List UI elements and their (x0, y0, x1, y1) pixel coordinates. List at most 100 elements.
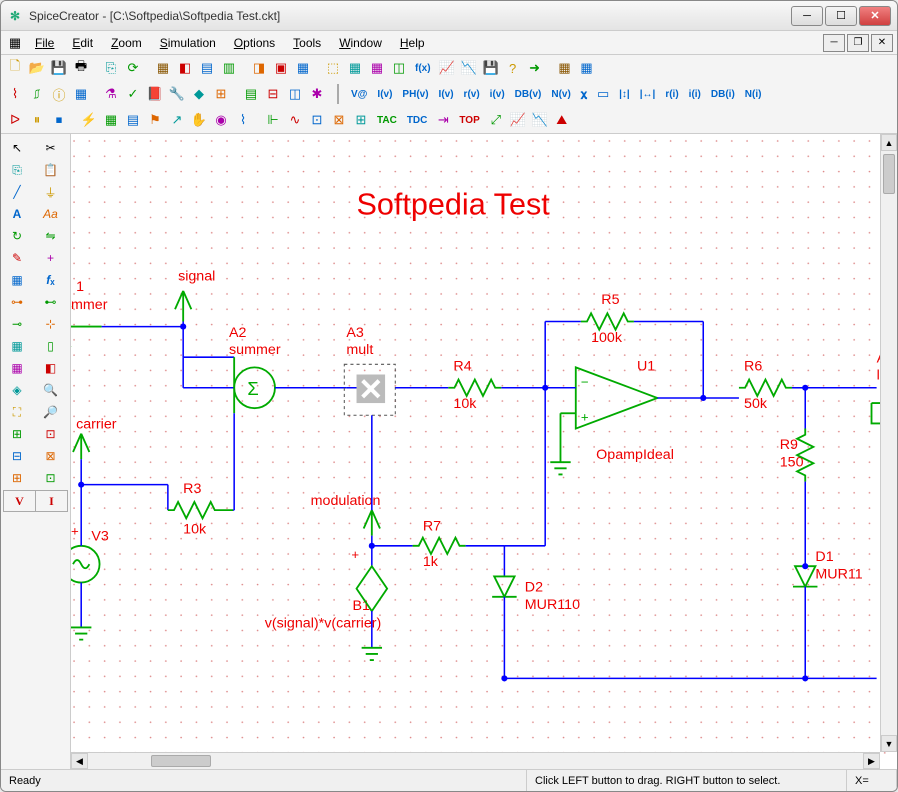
paste-icon[interactable]: 📋 (37, 160, 65, 180)
find-icon[interactable]: 🔎 (37, 402, 65, 422)
plot-icon[interactable]: ⛰ (552, 110, 572, 130)
tool-icon[interactable]: ◉ (211, 110, 231, 130)
meas-ii[interactable]: i(i) (685, 84, 705, 104)
wrench-icon[interactable]: 🔧 (167, 84, 187, 104)
tac-icon[interactable]: TAC (373, 110, 401, 130)
meas-rv[interactable]: r(v) (460, 84, 484, 104)
edit-icon[interactable]: ✎ (3, 248, 31, 268)
tool-icon[interactable]: ⬚ (323, 58, 343, 78)
menu-zoom[interactable]: Zoom (103, 33, 150, 53)
tool-icon[interactable]: ▦ (293, 58, 313, 78)
info-icon[interactable]: ⓘ (49, 84, 69, 104)
mdi-restore-button[interactable]: ❐ (847, 34, 869, 52)
grid-icon[interactable]: ▦ (3, 336, 31, 356)
copy-icon[interactable]: ⎘ (101, 58, 121, 78)
menu-options[interactable]: Options (226, 33, 283, 53)
meas-x[interactable]: 𝛘 (577, 84, 591, 104)
tdc-icon[interactable]: TDC (403, 110, 432, 130)
new-icon[interactable]: 🗋 (5, 58, 25, 78)
flip-icon[interactable]: ⇋ (37, 226, 65, 246)
top-icon[interactable]: TOP (455, 110, 483, 130)
hand-icon[interactable]: ✋ (189, 110, 209, 130)
menu-file[interactable]: File (27, 33, 62, 53)
menu-edit[interactable]: Edit (64, 33, 101, 53)
close-button[interactable]: ✕ (859, 6, 891, 26)
tool-icon[interactable]: ⊞ (351, 110, 371, 130)
arrow-icon[interactable]: ➜ (525, 58, 545, 78)
tool-icon[interactable]: ◧ (175, 58, 195, 78)
tool-icon[interactable]: ▤ (123, 110, 143, 130)
conn-icon[interactable]: ⊶ (3, 292, 31, 312)
tool-icon[interactable]: ⊞ (3, 468, 31, 488)
open-icon[interactable]: 📂 (27, 58, 47, 78)
step-icon[interactable]: ⇥ (433, 110, 453, 130)
meas-bars[interactable]: |↕| (615, 84, 634, 104)
menu-simulation[interactable]: Simulation (152, 33, 224, 53)
tool-icon[interactable]: ⎎ (27, 84, 47, 104)
scrollbar-thumb[interactable] (151, 755, 211, 767)
tool-icon[interactable]: ⊞ (3, 424, 31, 444)
scroll-down-icon[interactable]: ▼ (881, 735, 897, 752)
menu-window[interactable]: Window (331, 33, 390, 53)
tool-icon[interactable]: ⊠ (329, 110, 349, 130)
tool-icon[interactable]: ▥ (219, 58, 239, 78)
conn-icon[interactable]: ⊹ (37, 314, 65, 334)
tool-icon[interactable]: ▤ (197, 58, 217, 78)
zoom-fit-icon[interactable]: ⛶ (3, 402, 31, 422)
grid-icon[interactable]: ▦ (71, 84, 91, 104)
plot-icon[interactable]: 📉 (530, 110, 550, 130)
meas-vat[interactable]: V@ (347, 84, 371, 104)
scrollbar-thumb[interactable] (883, 154, 895, 194)
meas-nv[interactable]: N(v) (547, 84, 574, 104)
refresh-icon[interactable]: ⟳ (123, 58, 143, 78)
check-icon[interactable]: ✓ (123, 84, 143, 104)
chart-icon[interactable]: 📉 (459, 58, 479, 78)
tool-icon[interactable]: ◫ (285, 84, 305, 104)
tool-icon[interactable]: ⊠ (37, 446, 65, 466)
ic-icon[interactable]: ▯ (37, 336, 65, 356)
meas-iv[interactable]: I(v) (373, 84, 396, 104)
meas-db[interactable]: DB(v) (511, 84, 546, 104)
fx-icon[interactable]: fₓ (37, 270, 65, 290)
tool-icon[interactable]: ◨ (249, 58, 269, 78)
meas-h[interactable]: ▭ (593, 84, 613, 104)
grid-icon[interactable]: ▦ (3, 358, 31, 378)
wire-icon[interactable]: ╱ (3, 182, 31, 202)
tool-icon[interactable]: ⚡ (79, 110, 99, 130)
mdi-close-button[interactable]: ✕ (871, 34, 893, 52)
zoom-icon[interactable]: 🔍 (37, 380, 65, 400)
tool-icon[interactable]: ◆ (189, 84, 209, 104)
tool-icon[interactable]: ↗ (167, 110, 187, 130)
tool-icon[interactable]: ⊡ (307, 110, 327, 130)
tool-icon[interactable]: ▦ (555, 58, 575, 78)
plot-icon[interactable]: 📈 (508, 110, 528, 130)
meas-iv3[interactable]: i(v) (486, 84, 509, 104)
mdi-minimize-button[interactable]: ─ (823, 34, 845, 52)
titlebar[interactable]: ✻ SpiceCreator - [C:\Softpedia\Softpedia… (1, 1, 897, 31)
tool-icon[interactable]: ▦ (153, 58, 173, 78)
schematic-canvas[interactable]: Softpedia Test signal 1 mmer A2 (71, 134, 897, 769)
help-icon[interactable]: ? (503, 58, 523, 78)
tool-icon[interactable]: ◫ (389, 58, 409, 78)
ground-icon[interactable]: ⏚ (37, 182, 65, 202)
cursor-icon[interactable]: ↖ (3, 138, 31, 158)
tool-icon[interactable]: ⊡ (37, 424, 65, 444)
rotate-icon[interactable]: ↻ (3, 226, 31, 246)
text-aa-icon[interactable]: Aa (37, 204, 65, 224)
chart-icon[interactable]: 📈 (437, 58, 457, 78)
tool-icon[interactable]: ▦ (101, 110, 121, 130)
tool-icon[interactable]: ▦ (367, 58, 387, 78)
pause-icon[interactable]: ⏸ (27, 110, 47, 130)
copy-icon[interactable]: ⎘ (3, 160, 31, 180)
run-icon[interactable]: ᐅ (5, 110, 25, 130)
maximize-button[interactable]: ☐ (825, 6, 857, 26)
meas-dbi[interactable]: DB(i) (707, 84, 739, 104)
save-icon[interactable]: 💾 (49, 58, 69, 78)
minimize-button[interactable]: ─ (791, 6, 823, 26)
wave-icon[interactable]: ∿ (285, 110, 305, 130)
horizontal-scrollbar[interactable]: ◀ ▶ (71, 752, 880, 769)
schematic-icon[interactable]: ⌇ (5, 84, 25, 104)
vertical-scrollbar[interactable]: ▲ ▼ (880, 134, 897, 752)
tool-icon[interactable]: ▣ (271, 58, 291, 78)
book-icon[interactable]: 📕 (145, 84, 165, 104)
